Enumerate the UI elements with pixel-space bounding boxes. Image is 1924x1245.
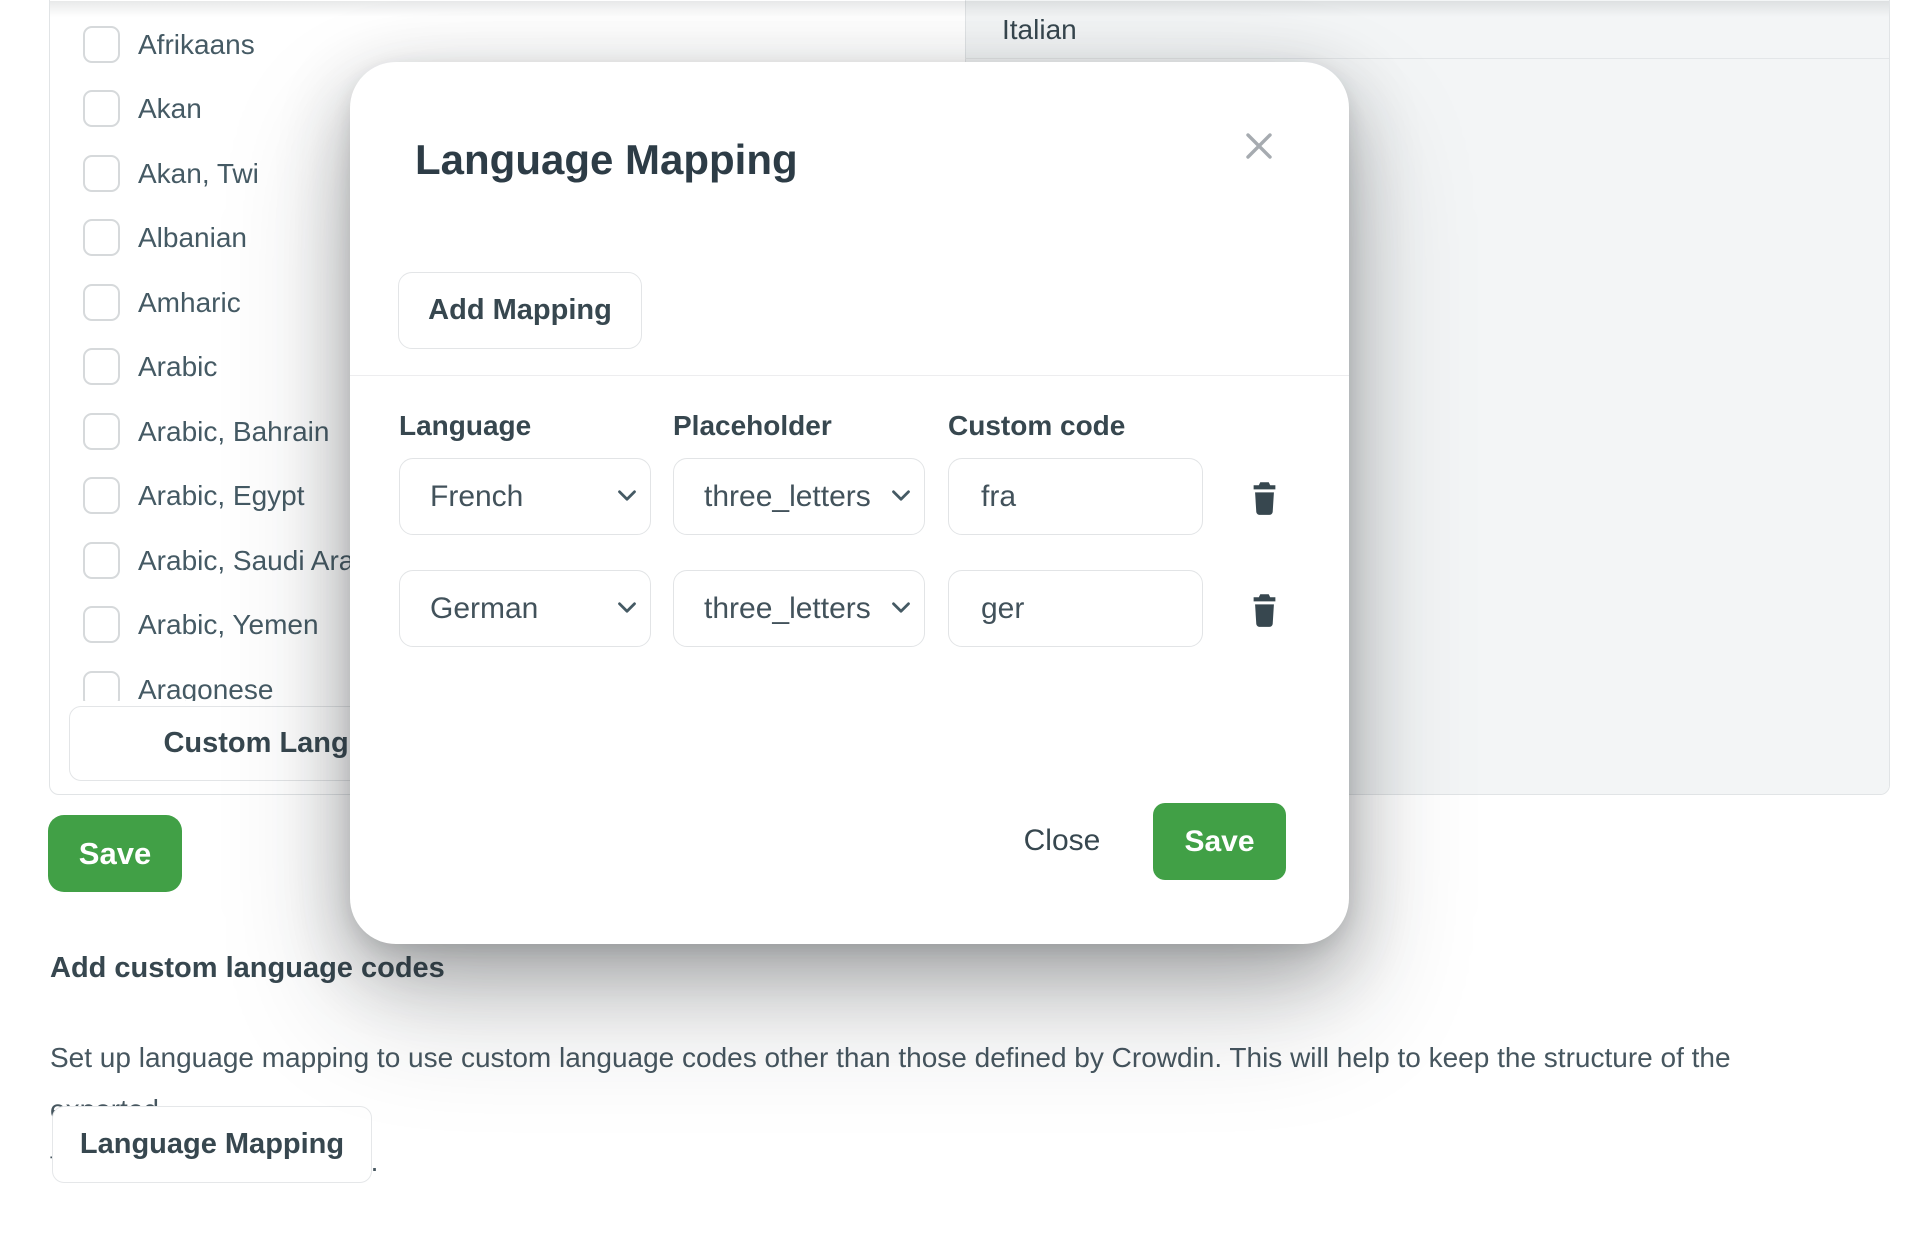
delete-mapping-button[interactable] <box>1244 476 1284 520</box>
language-label: Arabic, Bahrain <box>138 416 329 448</box>
language-label: Arabic, Egypt <box>138 480 305 512</box>
checkbox-akan-twi[interactable] <box>83 155 120 192</box>
language-label: Aragonese <box>138 674 273 702</box>
delete-mapping-button[interactable] <box>1244 588 1284 632</box>
checkbox-albanian[interactable] <box>83 219 120 256</box>
checkbox-arabic-saudi-arabia[interactable] <box>83 542 120 579</box>
checkbox-afrikaans[interactable] <box>83 26 120 63</box>
modal-title: Language Mapping <box>415 136 798 184</box>
chevron-down-icon <box>891 601 911 614</box>
custom-code-input[interactable] <box>948 458 1203 535</box>
close-icon[interactable] <box>1239 126 1279 166</box>
save-button[interactable]: Save <box>48 815 182 892</box>
selected-language-item[interactable]: Italian <box>965 1 1890 59</box>
checkbox-arabic[interactable] <box>83 348 120 385</box>
placeholder-select[interactable]: three_letters <box>673 570 925 647</box>
chevron-down-icon <box>617 489 637 502</box>
language-select[interactable]: German <box>399 570 651 647</box>
modal-close-button[interactable]: Close <box>1002 802 1122 879</box>
language-select[interactable]: French <box>399 458 651 535</box>
language-label: Afrikaans <box>138 29 255 61</box>
column-header-placeholder: Placeholder <box>673 410 832 442</box>
trash-icon <box>1250 592 1279 629</box>
checkbox-amharic[interactable] <box>83 284 120 321</box>
language-mapping-button[interactable]: Language Mapping <box>52 1106 372 1183</box>
mapping-row: French three_letters <box>350 458 1349 535</box>
checkbox-aragonese[interactable] <box>83 671 120 701</box>
column-header-language: Language <box>399 410 531 442</box>
language-label: Akan <box>138 93 202 125</box>
modal-save-button[interactable]: Save <box>1153 803 1286 880</box>
language-label: Arabic, Yemen <box>138 609 319 641</box>
selected-language-label: Italian <box>1002 14 1077 46</box>
divider <box>350 375 1349 376</box>
custom-code-input[interactable] <box>948 570 1203 647</box>
checkbox-arabic-yemen[interactable] <box>83 606 120 643</box>
language-mapping-modal: Language Mapping Add Mapping Language Pl… <box>350 62 1349 944</box>
column-header-custom-code: Custom code <box>948 410 1125 442</box>
section-heading: Add custom language codes <box>50 952 445 985</box>
checkbox-arabic-bahrain[interactable] <box>83 413 120 450</box>
checkbox-arabic-egypt[interactable] <box>83 477 120 514</box>
language-label: Akan, Twi <box>138 158 259 190</box>
checkbox-akan[interactable] <box>83 90 120 127</box>
chevron-down-icon <box>891 489 911 502</box>
language-label: Albanian <box>138 222 247 254</box>
trash-icon <box>1250 480 1279 517</box>
language-label: Arabic <box>138 351 217 383</box>
mapping-row: German three_letters <box>350 570 1349 647</box>
language-label: Amharic <box>138 287 241 319</box>
add-mapping-button[interactable]: Add Mapping <box>398 272 642 349</box>
x-icon <box>1244 131 1274 161</box>
chevron-down-icon <box>617 601 637 614</box>
placeholder-select[interactable]: three_letters <box>673 458 925 535</box>
